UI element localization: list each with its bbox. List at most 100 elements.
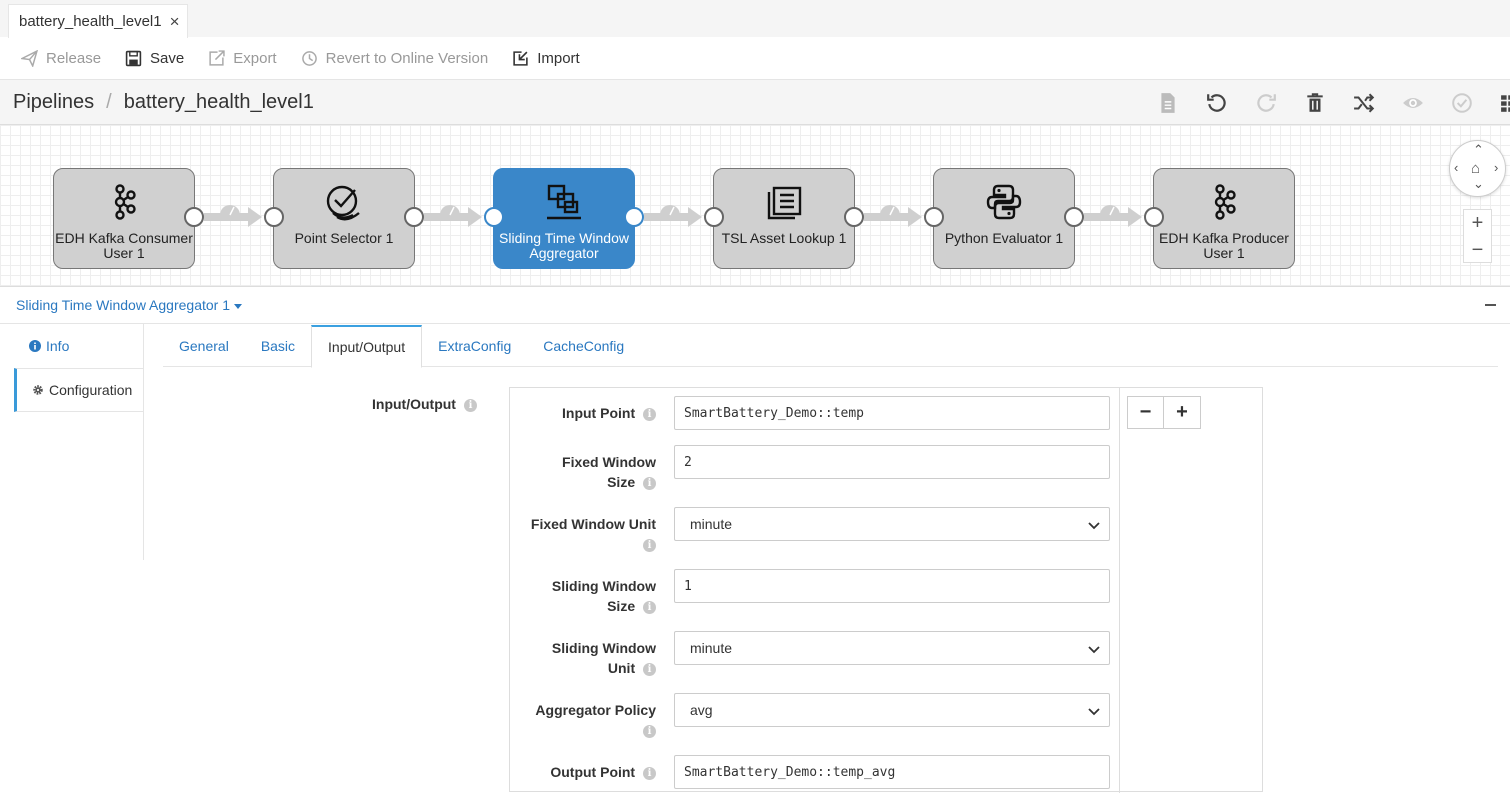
breadcrumb-pipelines[interactable]: Pipelines <box>13 91 94 114</box>
tab-cache-config[interactable]: CacheConfig <box>527 325 640 367</box>
info-icon[interactable]: i <box>643 407 656 421</box>
input-point-field[interactable]: SmartBattery_Demo::temp <box>674 396 1110 430</box>
eye-icon[interactable] <box>1388 92 1437 114</box>
trash-icon[interactable] <box>1290 92 1339 114</box>
node-label: EDH Kafka Consumer User 1 <box>55 230 193 261</box>
link-arrow <box>1128 207 1142 227</box>
fixed-window-unit-select[interactable]: minute <box>674 507 1110 541</box>
tab-configuration-label: Configuration <box>49 382 133 398</box>
check-circle-icon[interactable] <box>1437 92 1486 114</box>
remove-row-button[interactable]: − <box>1127 396 1164 429</box>
node-sliding-window-aggregator[interactable]: Sliding Time Window Aggregator <box>493 168 635 269</box>
info-icon[interactable]: i <box>643 476 656 490</box>
undo-icon[interactable] <box>1192 92 1241 114</box>
shuffle-icon[interactable] <box>1339 92 1388 114</box>
node-label: EDH Kafka Producer User 1 <box>1159 230 1289 261</box>
fixed-window-unit-value: minute <box>690 516 733 532</box>
send-icon <box>21 49 38 67</box>
export-icon <box>209 49 225 66</box>
release-button[interactable]: Release <box>21 49 102 67</box>
panel-header: Sliding Time Window Aggregator 1 <box>0 287 1510 324</box>
chevron-down-icon <box>1088 708 1100 716</box>
add-row-button[interactable]: + <box>1164 396 1201 429</box>
zoom-out-button[interactable]: − <box>1464 237 1491 264</box>
info-icon[interactable]: i <box>463 398 477 412</box>
aggregator-policy-label: Aggregator Policy i <box>535 702 656 738</box>
import-button[interactable]: Import <box>512 50 580 67</box>
pan-down-icon[interactable]: ⌄ <box>1473 176 1484 192</box>
save-button[interactable]: Save <box>125 50 184 67</box>
input-port[interactable] <box>484 207 504 227</box>
info-icon[interactable]: i <box>643 600 656 614</box>
info-icon[interactable]: i <box>643 538 656 552</box>
output-point-field[interactable]: SmartBattery_Demo::temp_avg <box>674 755 1110 789</box>
grid-icon[interactable] <box>1486 92 1510 114</box>
aggregator-policy-select[interactable]: avg <box>674 693 1110 727</box>
tab-extra-config[interactable]: ExtraConfig <box>422 325 527 367</box>
tab-general[interactable]: General <box>163 325 245 367</box>
release-label: Release <box>46 49 102 67</box>
column-divider <box>1119 388 1120 793</box>
pan-right-icon[interactable]: › <box>1494 160 1498 175</box>
breadcrumb: Pipelines / battery_health_level1 <box>0 80 1510 125</box>
gear-icon <box>33 385 43 395</box>
pan-up-icon[interactable]: ⌃ <box>1473 142 1484 158</box>
input-output-section-label: Input/Output i <box>372 396 477 412</box>
input-port[interactable] <box>1144 207 1164 227</box>
link-arrow <box>688 207 702 227</box>
zoom-in-button[interactable]: + <box>1464 210 1491 237</box>
doc-icon[interactable] <box>1143 92 1192 114</box>
pipeline-canvas[interactable]: EDH Kafka Consumer User 1 Point Selector… <box>0 125 1510 287</box>
node-tsl-asset-lookup[interactable]: TSL Asset Lookup 1 <box>713 168 855 269</box>
output-point-label: Output Point i <box>550 762 656 782</box>
input-point-label: Input Point i <box>562 403 656 423</box>
breadcrumb-separator: / <box>106 90 112 113</box>
kafka-icon <box>1214 184 1236 220</box>
node-python-evaluator[interactable]: Python Evaluator 1 <box>933 168 1075 269</box>
section-label: Input/Output <box>372 396 456 412</box>
document-tab-title: battery_health_level1 <box>19 13 162 30</box>
kafka-icon <box>114 184 136 220</box>
row-buttons: − + <box>1127 396 1201 429</box>
export-button[interactable]: Export <box>208 49 277 67</box>
pan-left-icon[interactable]: ‹ <box>1454 160 1458 175</box>
close-icon[interactable]: × <box>170 12 180 32</box>
checklist-icon <box>326 185 360 221</box>
pan-control: ⌃ ‹ ⌂ › ⌄ <box>1449 140 1506 197</box>
revert-button[interactable]: Revert to Online Version <box>301 50 488 67</box>
input-port[interactable] <box>704 207 724 227</box>
save-icon <box>125 50 142 66</box>
redo-icon[interactable] <box>1241 92 1290 114</box>
node-point-selector[interactable]: Point Selector 1 <box>273 168 415 269</box>
info-icon[interactable]: i <box>643 662 656 676</box>
chevron-down-icon <box>1088 522 1100 530</box>
document-tab[interactable]: battery_health_level1 × <box>8 4 188 38</box>
python-icon <box>986 184 1022 220</box>
info-icon[interactable]: i <box>643 724 656 738</box>
input-port[interactable] <box>924 207 944 227</box>
document-tab-bar: battery_health_level1 × <box>0 0 1510 38</box>
output-port[interactable] <box>184 207 204 227</box>
panel-title-dropdown[interactable]: Sliding Time Window Aggregator 1 <box>16 297 242 313</box>
node-kafka-producer[interactable]: EDH Kafka Producer User 1 <box>1153 168 1295 269</box>
minimize-icon[interactable] <box>1485 304 1496 306</box>
toolbar: Release Save Export Revert to Online Ver… <box>0 37 1510 80</box>
output-port[interactable] <box>1064 207 1084 227</box>
output-port[interactable] <box>624 207 644 227</box>
aggregator-policy-value: avg <box>690 702 713 718</box>
node-kafka-consumer[interactable]: EDH Kafka Consumer User 1 <box>53 168 195 269</box>
tab-input-output[interactable]: Input/Output <box>311 325 423 368</box>
output-port[interactable] <box>404 207 424 227</box>
sliding-window-unit-select[interactable]: minute <box>674 631 1110 665</box>
tab-info[interactable]: Info <box>14 324 143 368</box>
home-icon[interactable]: ⌂ <box>1471 160 1480 177</box>
tab-basic[interactable]: Basic <box>245 325 311 367</box>
input-port[interactable] <box>264 207 284 227</box>
import-icon <box>513 50 528 66</box>
tab-configuration[interactable]: Configuration <box>14 368 143 412</box>
info-icon[interactable]: i <box>643 766 656 780</box>
sliding-window-size-label: Sliding Window Size i <box>551 578 656 614</box>
output-port[interactable] <box>844 207 864 227</box>
sliding-window-size-field[interactable]: 1 <box>674 569 1110 603</box>
fixed-window-size-field[interactable]: 2 <box>674 445 1110 479</box>
